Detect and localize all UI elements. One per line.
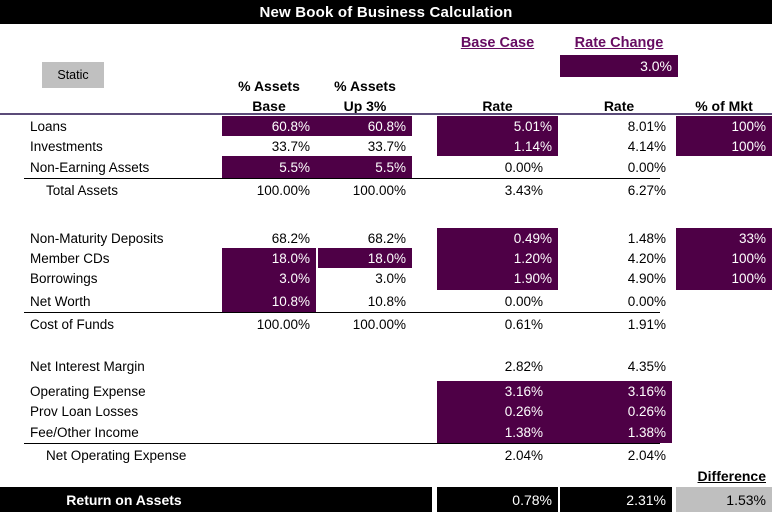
row-label-net-operating-expense: Net Operating Expense bbox=[46, 447, 187, 463]
row-label-net-worth: Net Worth bbox=[30, 293, 91, 309]
cell-fee-other-income-up: 1.38% bbox=[560, 421, 672, 443]
cell-borrowings-pct-base: 3.0% bbox=[222, 268, 316, 288]
cell-membercds-pct-up: 18.0% bbox=[318, 248, 412, 268]
cell-loans-pct-up: 60.8% bbox=[318, 116, 412, 136]
row-label-operating-expense: Operating Expense bbox=[30, 383, 146, 399]
cell-investments-pct-up: 33.7% bbox=[367, 138, 406, 154]
cell-non-earning-pct-base: 5.5% bbox=[222, 156, 316, 178]
cell-investments-pct-mkt: 100% bbox=[676, 136, 772, 156]
cell-cost-of-funds-rate-base: 0.61% bbox=[504, 316, 543, 332]
cell-investments-rate-up: 4.14% bbox=[627, 138, 666, 154]
row-label-non-earning-assets: Non-Earning Assets bbox=[30, 159, 150, 175]
header-pct-assets-base-line1: % Assets bbox=[238, 78, 300, 94]
cell-operating-expense-base: 3.16% bbox=[437, 381, 549, 401]
header-base-case: Base Case bbox=[460, 35, 535, 51]
rate-change-input[interactable]: 3.0% bbox=[560, 55, 678, 77]
cell-non-earning-rate-up: 0.00% bbox=[627, 159, 666, 175]
cell-networth-pct-base: 10.8% bbox=[222, 290, 316, 312]
cell-fee-other-income-base: 1.38% bbox=[437, 421, 549, 443]
cell-net-operating-expense-up: 2.04% bbox=[627, 447, 666, 463]
cell-total-assets-pct-base: 100.00% bbox=[256, 182, 310, 198]
page-title: New Book of Business Calculation bbox=[0, 0, 772, 24]
cell-return-on-assets-difference: 1.53% bbox=[726, 491, 766, 508]
cell-membercds-pct-base: 18.0% bbox=[222, 248, 316, 268]
cell-loans-pct-mkt: 100% bbox=[676, 116, 772, 136]
cell-total-assets-rate-base: 3.43% bbox=[504, 182, 543, 198]
row-label-loans: Loans bbox=[30, 118, 67, 134]
header-divider bbox=[0, 113, 772, 115]
cell-total-assets-rate-up: 6.27% bbox=[627, 182, 666, 198]
header-difference: Difference bbox=[697, 468, 766, 484]
cell-non-earning-pct-up: 5.5% bbox=[318, 156, 412, 178]
row-label-member-cds: Member CDs bbox=[30, 250, 110, 266]
cost-of-funds-divider bbox=[24, 312, 660, 313]
static-button[interactable]: Static bbox=[42, 62, 104, 88]
cell-networth-rate-up: 0.00% bbox=[627, 293, 666, 309]
row-label-cost-of-funds: Cost of Funds bbox=[30, 316, 115, 332]
cell-investments-pct-base: 33.7% bbox=[271, 138, 310, 154]
row-label-total-assets: Total Assets bbox=[46, 182, 119, 198]
row-label-fee-other-income: Fee/Other Income bbox=[30, 424, 139, 440]
cell-prov-loan-losses-up: 0.26% bbox=[560, 401, 672, 421]
cell-cost-of-funds-rate-up: 1.91% bbox=[627, 316, 666, 332]
cell-networth-rate-base: 0.00% bbox=[504, 293, 543, 309]
static-button-label: Static bbox=[57, 68, 89, 82]
cell-investments-rate-base: 1.14% bbox=[437, 136, 558, 156]
cell-membercds-rate-base: 1.20% bbox=[437, 248, 558, 268]
cell-cost-of-funds-pct-up: 100.00% bbox=[352, 316, 406, 332]
cell-borrowings-pct-mkt: 100% bbox=[676, 268, 772, 288]
header-pct-assets-up-line1: % Assets bbox=[334, 78, 396, 94]
total-assets-divider bbox=[24, 178, 660, 179]
cell-loans-rate-up: 8.01% bbox=[627, 118, 666, 134]
net-operating-expense-divider bbox=[24, 443, 660, 444]
cell-return-on-assets-base: 0.78% bbox=[512, 491, 552, 508]
row-label-prov-loan-losses: Prov Loan Losses bbox=[30, 403, 139, 419]
cell-loans-pct-base: 60.8% bbox=[222, 116, 316, 136]
cell-total-assets-pct-up: 100.00% bbox=[352, 182, 406, 198]
cell-non-earning-rate-base: 0.00% bbox=[504, 159, 543, 175]
cell-membercds-pct-mkt: 100% bbox=[676, 248, 772, 268]
cell-cost-of-funds-pct-base: 100.00% bbox=[256, 316, 310, 332]
cell-nim-rate-base: 2.82% bbox=[504, 358, 543, 374]
cell-membercds-rate-up: 4.20% bbox=[627, 250, 666, 266]
row-label-non-maturity-deposits: Non-Maturity Deposits bbox=[30, 230, 164, 246]
row-label-net-interest-margin: Net Interest Margin bbox=[30, 358, 145, 374]
cell-return-on-assets-up: 2.31% bbox=[626, 491, 666, 508]
cell-nmd-rate-base: 0.49% bbox=[437, 228, 558, 248]
cell-nmd-pct-base: 68.2% bbox=[271, 230, 310, 246]
row-label-borrowings: Borrowings bbox=[30, 270, 98, 286]
header-rate-change: Rate Change bbox=[574, 35, 664, 51]
cell-operating-expense-up: 3.16% bbox=[560, 381, 672, 401]
cell-borrowings-rate-base: 1.90% bbox=[437, 268, 558, 288]
page-title-text: New Book of Business Calculation bbox=[259, 3, 513, 21]
cell-borrowings-rate-up: 4.90% bbox=[627, 270, 666, 286]
cell-networth-pct-up: 10.8% bbox=[367, 293, 406, 309]
cell-loans-rate-base: 5.01% bbox=[437, 116, 558, 136]
cell-prov-loan-losses-base: 0.26% bbox=[437, 401, 549, 421]
cell-nim-rate-up: 4.35% bbox=[627, 358, 666, 374]
cell-nmd-pct-up: 68.2% bbox=[367, 230, 406, 246]
cell-net-operating-expense-base: 2.04% bbox=[504, 447, 543, 463]
cell-nmd-rate-up: 1.48% bbox=[627, 230, 666, 246]
row-label-investments: Investments bbox=[30, 138, 103, 154]
cell-nmd-pct-mkt: 33% bbox=[676, 228, 772, 248]
return-on-assets-label: Return on Assets bbox=[66, 491, 182, 508]
cell-borrowings-pct-up: 3.0% bbox=[375, 270, 406, 286]
